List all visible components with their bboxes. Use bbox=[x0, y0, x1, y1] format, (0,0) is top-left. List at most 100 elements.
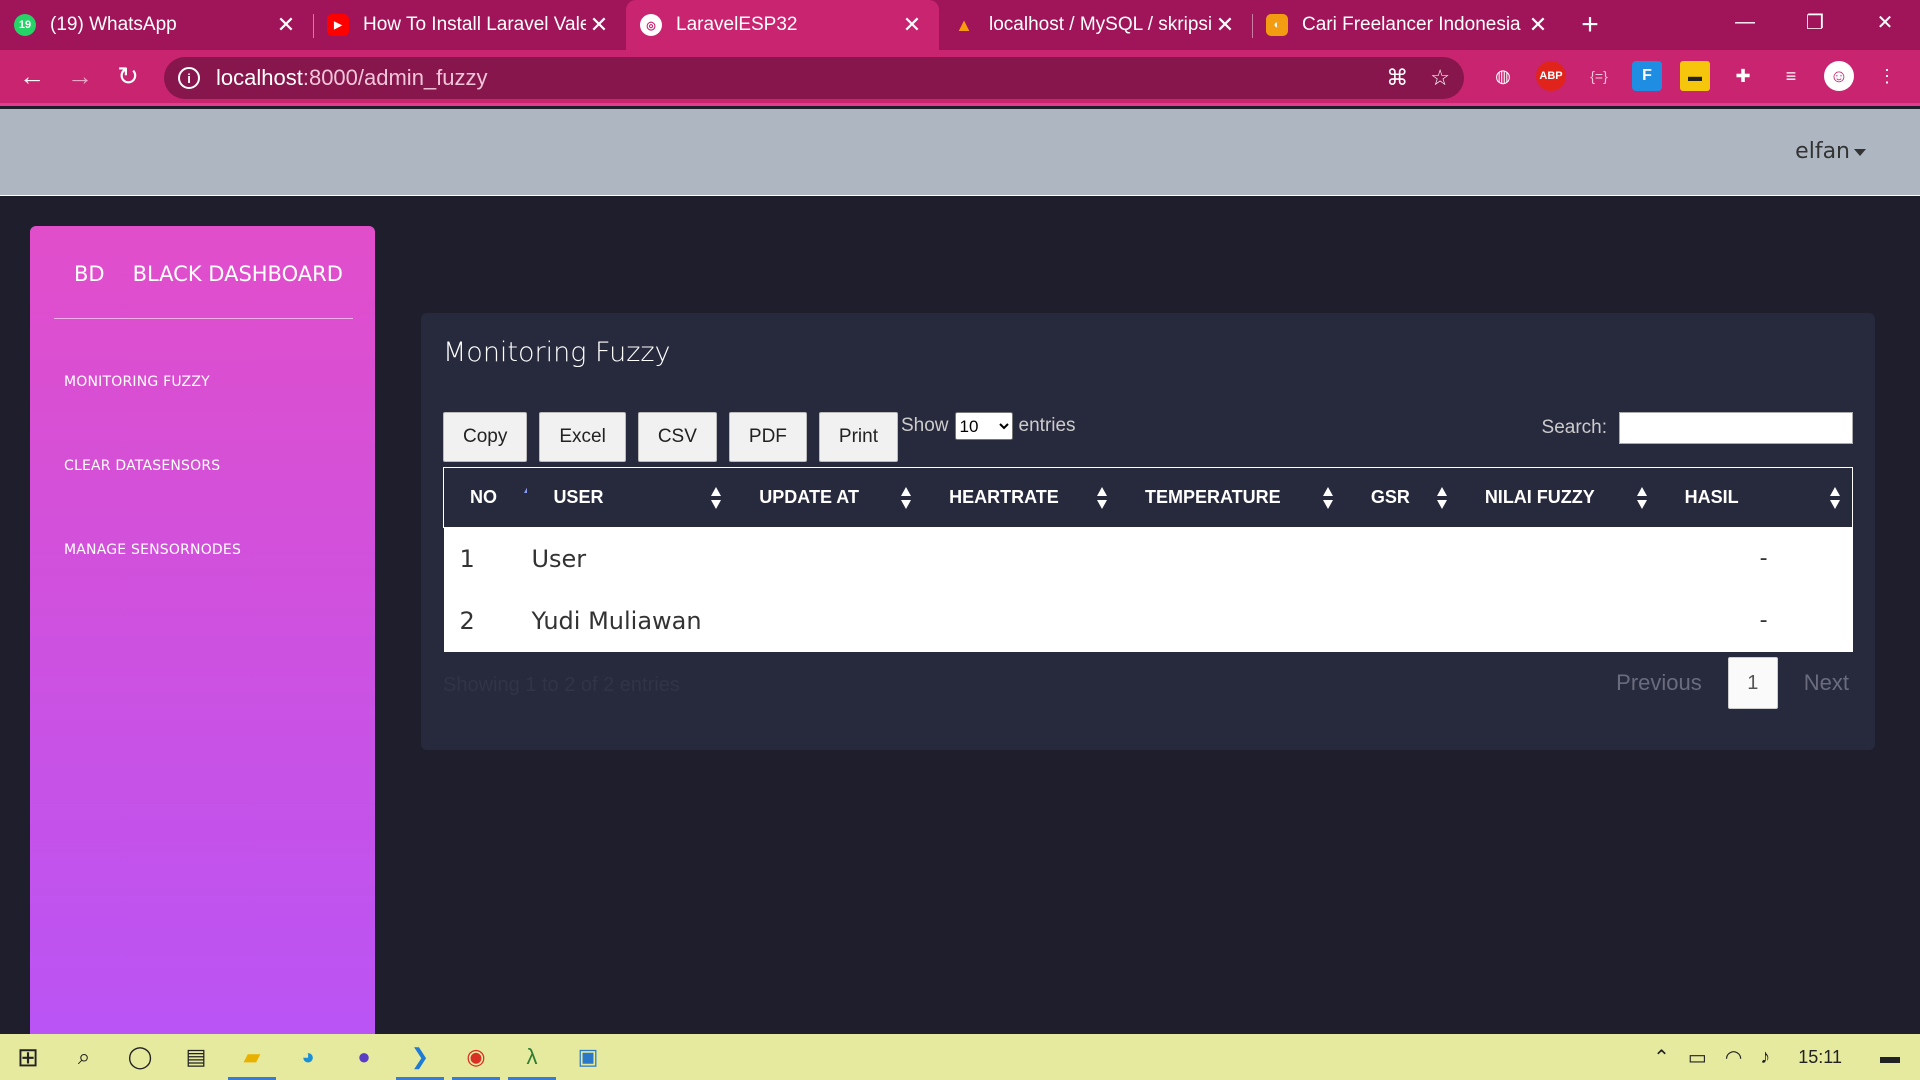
system-tray: ⌃ ▭ ◠ ♪ 15:11 ▬ bbox=[1653, 1034, 1900, 1080]
cell-nilai-fuzzy bbox=[1458, 589, 1659, 652]
cell-hasil: - bbox=[1658, 589, 1853, 652]
excel-button[interactable]: Excel bbox=[539, 412, 626, 462]
close-window-icon[interactable]: ✕ bbox=[1850, 0, 1920, 44]
media-player-icon[interactable]: ● bbox=[336, 1034, 392, 1080]
sort-icon bbox=[1830, 487, 1840, 509]
column-header-hasil[interactable]: HASIL bbox=[1658, 467, 1853, 528]
sidebar-item-monitoring-fuzzy[interactable]: MONITORING FUZZY bbox=[64, 374, 210, 390]
cell-temperature bbox=[1119, 589, 1345, 652]
column-header-nilai-fuzzy[interactable]: NILAI FUZZY bbox=[1458, 467, 1659, 528]
sidebar-brand[interactable]: BD BLACK DASHBOARD bbox=[74, 262, 343, 286]
cortana-icon[interactable]: ◯ bbox=[112, 1034, 168, 1080]
sort-icon bbox=[1322, 487, 1333, 509]
sidebar-item-clear-datasensors[interactable]: CLEAR DATASENSORS bbox=[64, 458, 220, 474]
windows-start-icon[interactable]: ⊞ bbox=[0, 1034, 56, 1080]
cell-user: User bbox=[527, 527, 734, 590]
sort-icon bbox=[1097, 487, 1108, 509]
address-bar[interactable]: i localhost:8000/admin_fuzzy ⌘ ☆ bbox=[164, 57, 1464, 99]
globe-extension-icon[interactable]: ◍ bbox=[1488, 61, 1518, 91]
volume-icon[interactable]: ♪ bbox=[1760, 1046, 1770, 1069]
next-button[interactable]: Next bbox=[1804, 670, 1849, 696]
table-info: Showing 1 to 2 of 2 entries bbox=[443, 674, 680, 696]
monitoring-card: Monitoring Fuzzy Copy Excel CSV PDF Prin… bbox=[421, 313, 1875, 750]
new-tab-button[interactable]: + bbox=[1565, 0, 1615, 50]
cell-heartrate bbox=[923, 589, 1120, 652]
search-icon[interactable]: ⌕ bbox=[56, 1034, 112, 1080]
tab-freelancer[interactable]: ◐ Cari Freelancer Indonesia d ✕ bbox=[1252, 0, 1565, 50]
url-path: :8000/admin_fuzzy bbox=[302, 65, 488, 90]
tab-title: localhost / MySQL / skripsil bbox=[989, 14, 1212, 35]
pdf-button[interactable]: PDF bbox=[728, 412, 807, 462]
caret-down-icon bbox=[1854, 148, 1866, 156]
close-tab-icon[interactable]: ✕ bbox=[1525, 12, 1551, 38]
cell-gsr bbox=[1344, 589, 1459, 652]
close-tab-icon[interactable]: ✕ bbox=[273, 12, 299, 38]
page-1-button[interactable]: 1 bbox=[1727, 657, 1778, 709]
folder-extension-icon[interactable]: ▬ bbox=[1680, 61, 1710, 91]
sort-icon bbox=[711, 487, 722, 509]
reload-icon[interactable]: ↻ bbox=[104, 53, 152, 101]
tab-title: LaravelESP32 bbox=[676, 14, 798, 35]
json-extension-icon[interactable]: {=} bbox=[1584, 61, 1614, 91]
search-input[interactable] bbox=[1619, 412, 1853, 444]
bookmark-star-icon[interactable]: ☆ bbox=[1430, 65, 1450, 91]
tab-youtube[interactable]: ▶ How To Install Laravel Valet ✕ bbox=[313, 0, 626, 50]
reading-list-icon[interactable]: ≡ bbox=[1776, 61, 1806, 91]
user-dropdown[interactable]: elfan bbox=[1795, 139, 1866, 164]
tab-phpmyadmin[interactable]: ▲ localhost / MySQL / skripsil ✕ bbox=[939, 0, 1252, 50]
fi-extension-icon[interactable]: F bbox=[1632, 61, 1662, 91]
cell-user: Yudi Muliawan bbox=[527, 589, 734, 652]
chrome-icon[interactable]: ◉ bbox=[448, 1034, 504, 1080]
entries-label: entries bbox=[1018, 415, 1076, 436]
csv-button[interactable]: CSV bbox=[637, 412, 717, 462]
restore-icon[interactable]: ❐ bbox=[1780, 0, 1850, 44]
show-label: Show bbox=[901, 415, 949, 436]
adblock-plus-icon[interactable]: ABP bbox=[1536, 61, 1566, 91]
close-tab-icon[interactable]: ✕ bbox=[586, 12, 612, 38]
table-header-row: NO USER UPDATE AT HEARTRATE TEMPERATURE … bbox=[443, 467, 1853, 528]
clock[interactable]: 15:11 bbox=[1798, 1047, 1842, 1068]
print-button[interactable]: Print bbox=[818, 412, 898, 462]
file-explorer-icon[interactable]: ▰ bbox=[224, 1034, 280, 1080]
column-header-heartrate[interactable]: HEARTRATE bbox=[923, 467, 1120, 528]
cell-gsr bbox=[1344, 527, 1459, 590]
cell-update-at bbox=[733, 589, 924, 652]
notification-icon[interactable]: ▬ bbox=[1880, 1046, 1900, 1069]
previous-button[interactable]: Previous bbox=[1616, 670, 1702, 696]
terminal-lambda-icon[interactable]: λ bbox=[504, 1034, 560, 1080]
column-header-user[interactable]: USER bbox=[527, 467, 734, 528]
column-header-no[interactable]: NO bbox=[443, 467, 534, 528]
column-header-temperature[interactable]: TEMPERATURE bbox=[1119, 467, 1345, 528]
app-header: elfan bbox=[0, 109, 1920, 196]
sidebar: BD BLACK DASHBOARD MONITORING FUZZY CLEAR… bbox=[30, 226, 375, 1040]
puzzle-icon[interactable]: ✚ bbox=[1728, 61, 1758, 91]
battery-icon[interactable]: ▭ bbox=[1688, 1045, 1707, 1070]
forward-icon[interactable]: → bbox=[56, 53, 104, 101]
profile-avatar-icon[interactable]: ☺ bbox=[1824, 61, 1854, 91]
wifi-icon[interactable]: ◠ bbox=[1725, 1045, 1742, 1070]
tab-whatsapp[interactable]: 19 (19) WhatsApp ✕ bbox=[0, 0, 313, 50]
site-info-icon[interactable]: i bbox=[178, 67, 200, 89]
vscode-icon[interactable]: ❯ bbox=[392, 1034, 448, 1080]
edge-icon[interactable]: ◕ bbox=[280, 1034, 336, 1080]
whatsapp-icon: 19 bbox=[14, 14, 36, 36]
brand-mini: BD bbox=[74, 262, 105, 286]
page-length-select[interactable]: 10 bbox=[954, 412, 1013, 440]
chevron-up-icon[interactable]: ⌃ bbox=[1653, 1045, 1670, 1070]
task-view-icon[interactable]: ▤ bbox=[168, 1034, 224, 1080]
kebab-menu-icon[interactable]: ⋮ bbox=[1872, 61, 1902, 91]
translate-icon[interactable]: ⌘ bbox=[1386, 65, 1408, 91]
tab-laravelesp32[interactable]: ◎ LaravelESP32 ✕ bbox=[626, 0, 939, 50]
sidebar-item-manage-sensornodes[interactable]: MANAGE SENSORNODES bbox=[64, 542, 241, 558]
page-length-control: Show 10 entries bbox=[901, 412, 1076, 440]
minimize-icon[interactable]: — bbox=[1710, 0, 1780, 44]
copy-button[interactable]: Copy bbox=[443, 412, 528, 462]
close-tab-icon[interactable]: ✕ bbox=[899, 12, 925, 38]
sort-icon bbox=[1636, 487, 1647, 509]
column-header-update-at[interactable]: UPDATE AT bbox=[733, 467, 924, 528]
back-icon[interactable]: ← bbox=[8, 53, 56, 101]
column-header-gsr[interactable]: GSR bbox=[1344, 467, 1459, 528]
photos-icon[interactable]: ▣ bbox=[560, 1034, 616, 1080]
cell-no: 1 bbox=[443, 527, 528, 590]
close-tab-icon[interactable]: ✕ bbox=[1212, 12, 1238, 38]
